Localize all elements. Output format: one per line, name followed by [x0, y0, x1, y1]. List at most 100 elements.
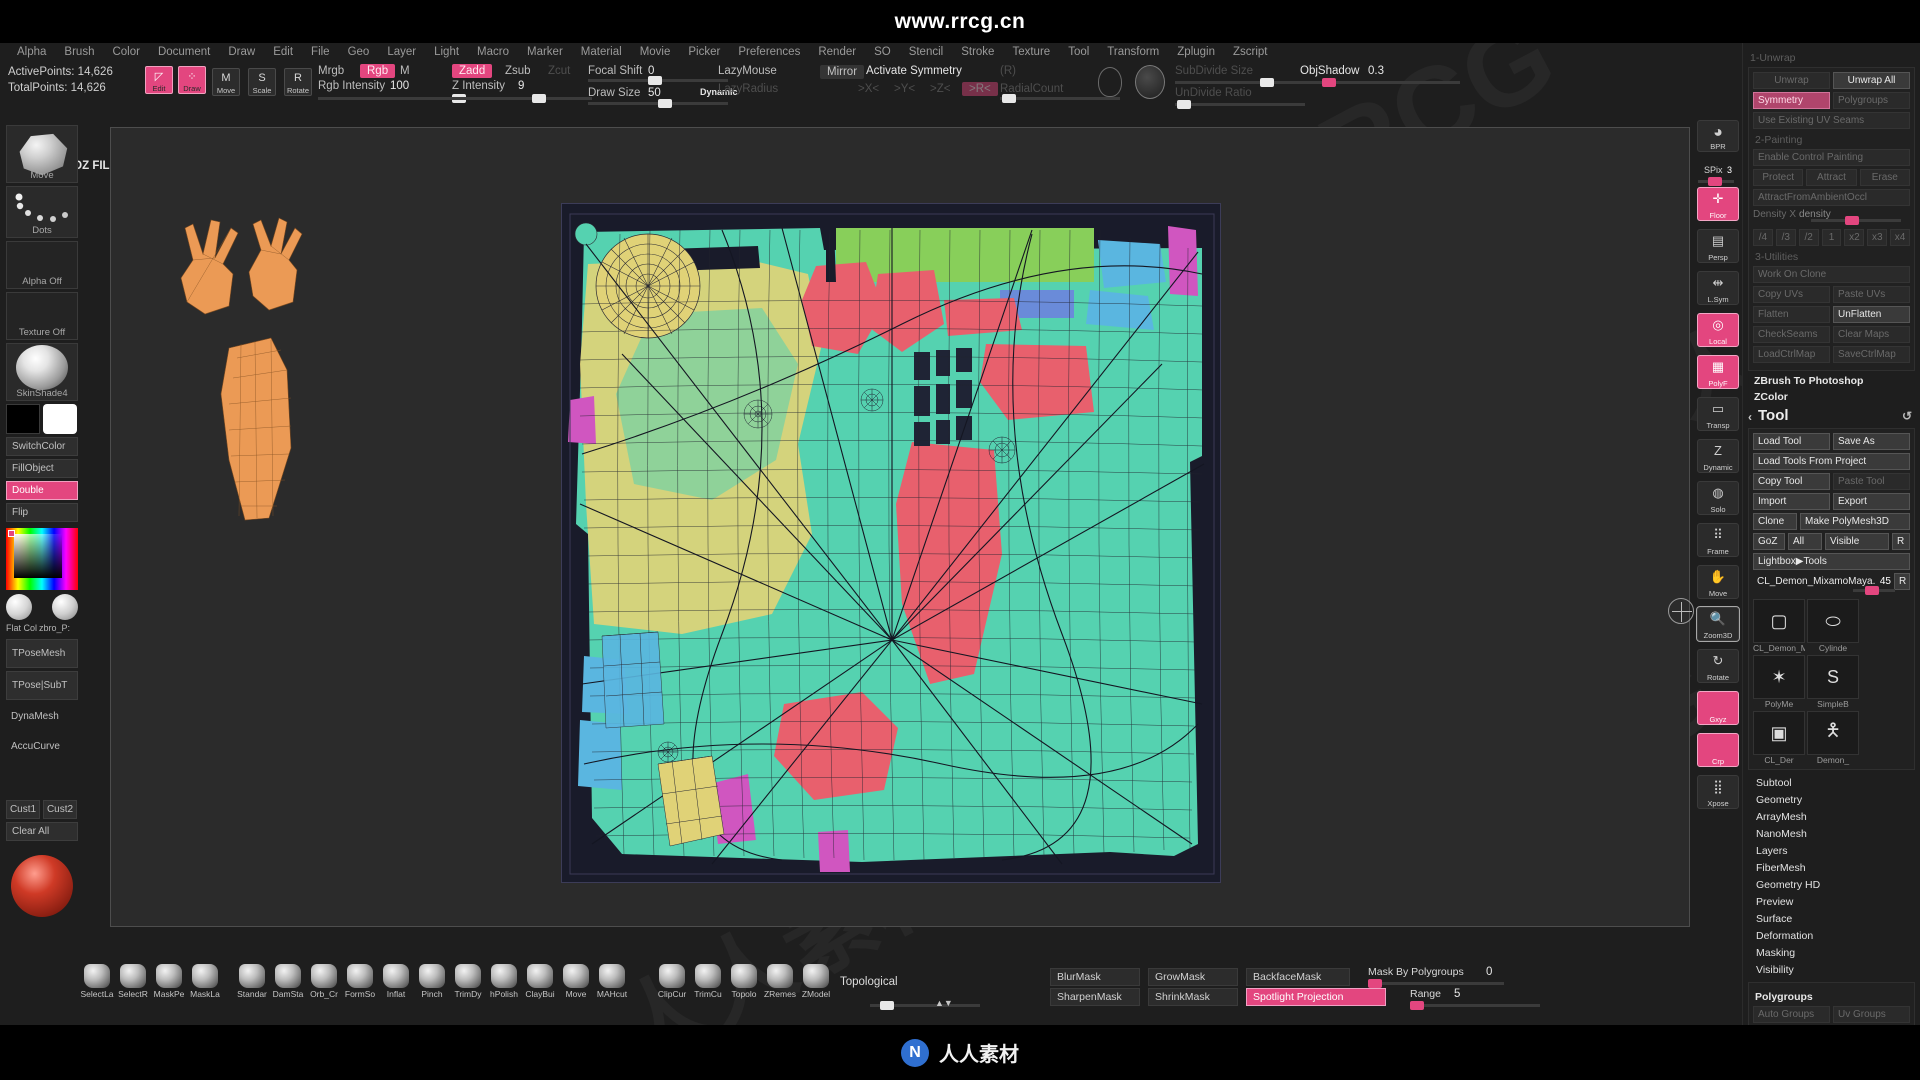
- menu-item-picker[interactable]: Picker: [679, 46, 729, 58]
- density-slider[interactable]: [1811, 216, 1901, 225]
- spotlight-projection-button[interactable]: Spotlight Projection: [1246, 988, 1386, 1006]
- menu-item-macro[interactable]: Macro: [468, 46, 518, 58]
- brush-zmodel[interactable]: ZModel: [799, 964, 833, 999]
- tposemesh-button[interactable]: TPoseMesh: [6, 639, 78, 668]
- brush-mahcut[interactable]: MAHcut: [595, 964, 629, 999]
- move-button[interactable]: ✋ Move: [1697, 565, 1739, 599]
- paste-tool-button[interactable]: Paste Tool: [1833, 473, 1910, 490]
- save-ctrl-map-button[interactable]: SaveCtrlMap: [1833, 346, 1910, 363]
- brush-zremes[interactable]: ZRemes: [763, 964, 797, 999]
- shrinkmask-button[interactable]: ShrinkMask: [1148, 988, 1238, 1006]
- material-swatch[interactable]: SkinShade4: [6, 343, 78, 401]
- subpalette-subtool[interactable]: Subtool: [1748, 774, 1915, 791]
- growmask-button[interactable]: GrowMask: [1148, 968, 1238, 986]
- zsub-button[interactable]: Zsub: [505, 65, 531, 77]
- menu-item-render[interactable]: Render: [809, 46, 865, 58]
- brush-move[interactable]: Move: [559, 964, 593, 999]
- reload-icon[interactable]: ↺: [1902, 409, 1912, 423]
- density-step-div3[interactable]: /3: [1775, 229, 1796, 246]
- unwrap-button[interactable]: Unwrap: [1753, 72, 1830, 89]
- local-button[interactable]: ◎ Local: [1697, 313, 1739, 347]
- density-step-div4[interactable]: /4: [1753, 229, 1773, 246]
- tool-thumbnail[interactable]: ⬭ Cylinde: [1807, 599, 1859, 653]
- dynamesh-button[interactable]: DynaMesh: [6, 703, 78, 730]
- cust1-button[interactable]: Cust1: [6, 800, 40, 819]
- local-symmetry-button[interactable]: ⇹ L.Sym: [1697, 271, 1739, 305]
- radial-count-slider[interactable]: [1000, 94, 1120, 103]
- flatcol-icon[interactable]: [6, 594, 32, 620]
- z-intensity-slider[interactable]: [452, 94, 592, 103]
- mrgb-button[interactable]: Mrgb: [318, 65, 344, 77]
- axis-x-button[interactable]: >X<: [858, 83, 879, 95]
- tposesubt-button[interactable]: TPose|SubT: [6, 671, 78, 700]
- lazy-radius-label[interactable]: LazyRadius: [718, 83, 778, 95]
- attract-button[interactable]: Attract: [1806, 169, 1857, 186]
- polyframe-button[interactable]: ▦ PolyF: [1697, 355, 1739, 389]
- unflatten-button[interactable]: UnFlatten: [1833, 306, 1910, 323]
- rotate-button[interactable]: ↻ Rotate: [1697, 649, 1739, 683]
- frame-button[interactable]: ⠿ Frame: [1697, 523, 1739, 557]
- menu-item-brush[interactable]: Brush: [55, 46, 103, 58]
- use-existing-uv-seams-button[interactable]: Use Existing UV Seams: [1753, 112, 1910, 129]
- edit-mode-button[interactable]: ◸ Edit: [145, 66, 173, 94]
- menu-item-tool[interactable]: Tool: [1059, 46, 1098, 58]
- density-step-x4[interactable]: x4: [1890, 229, 1911, 246]
- flatten-button[interactable]: Flatten: [1753, 306, 1830, 323]
- tool-thumbnail[interactable]: ✶ PolyMe: [1753, 655, 1805, 709]
- menu-item-light[interactable]: Light: [425, 46, 468, 58]
- menu-item-material[interactable]: Material: [572, 46, 631, 58]
- unwrap-all-button[interactable]: Unwrap All: [1833, 72, 1910, 89]
- menu-item-zscript[interactable]: Zscript: [1224, 46, 1277, 58]
- goz-button[interactable]: GoZ: [1753, 533, 1785, 550]
- zadd-button[interactable]: Zadd: [452, 64, 493, 78]
- xpose-button[interactable]: ⣿ Xpose: [1697, 775, 1739, 809]
- subpalette-arraymesh[interactable]: ArrayMesh: [1748, 808, 1915, 825]
- density-step-div2[interactable]: /2: [1798, 229, 1819, 246]
- subpalette-surface[interactable]: Surface: [1748, 910, 1915, 927]
- protect-button[interactable]: Protect: [1753, 169, 1804, 186]
- brush-trimdy[interactable]: TrimDy: [451, 964, 485, 999]
- work-on-clone-button[interactable]: Work On Clone: [1753, 266, 1910, 283]
- sculpt-preview-sphere[interactable]: [11, 855, 73, 917]
- mirror-button[interactable]: Mirror: [820, 65, 865, 79]
- check-seams-button[interactable]: CheckSeams: [1753, 326, 1830, 343]
- range-slider[interactable]: [1410, 1001, 1540, 1010]
- subpalette-nanomesh[interactable]: NanoMesh: [1748, 825, 1915, 842]
- paste-uvs-button[interactable]: Paste UVs: [1833, 286, 1910, 303]
- secondary-color-swatch[interactable]: [6, 404, 40, 434]
- load-ctrl-map-button[interactable]: LoadCtrlMap: [1753, 346, 1830, 363]
- document-canvas[interactable]: [110, 127, 1690, 927]
- zcolor-item[interactable]: ZColor: [1754, 391, 1915, 403]
- solo-button[interactable]: ◍ Solo: [1697, 481, 1739, 515]
- goz-r-button[interactable]: R: [1892, 533, 1910, 550]
- primary-color-swatch[interactable]: [43, 404, 77, 434]
- spix-control[interactable]: SPix 3: [1694, 160, 1742, 186]
- bpr-button[interactable]: ◕ BPR: [1697, 120, 1739, 152]
- menu-item-marker[interactable]: Marker: [518, 46, 572, 58]
- zoom3d-button[interactable]: 🔍 Zoom3D: [1696, 606, 1740, 642]
- load-tool-button[interactable]: Load Tool: [1753, 433, 1830, 450]
- polygroups-toggle[interactable]: Polygroups: [1833, 92, 1910, 109]
- enable-control-painting-button[interactable]: Enable Control Painting: [1753, 149, 1910, 166]
- subpalette-deformation[interactable]: Deformation: [1748, 927, 1915, 944]
- lazy-mouse-button[interactable]: LazyMouse: [718, 65, 777, 77]
- backfacemask-button[interactable]: BackfaceMask: [1246, 968, 1350, 986]
- clone-button[interactable]: Clone: [1753, 513, 1797, 530]
- brush-selectla[interactable]: SelectLa: [80, 964, 114, 999]
- draw-mode-button[interactable]: ⁘ Draw: [178, 66, 206, 94]
- save-as-button[interactable]: Save As: [1833, 433, 1910, 450]
- tool-slider[interactable]: [1853, 586, 1895, 595]
- menu-item-so[interactable]: SO: [865, 46, 900, 58]
- mask-by-polygroups-slider[interactable]: [1368, 979, 1504, 988]
- texture-swatch[interactable]: Texture Off: [6, 292, 78, 340]
- flip-button[interactable]: Flip: [6, 503, 78, 522]
- focal-shift-slider[interactable]: [588, 76, 728, 85]
- rotate-mode-button[interactable]: R Rotate: [284, 68, 312, 96]
- menu-item-layer[interactable]: Layer: [378, 46, 425, 58]
- goz-visible-button[interactable]: Visible: [1825, 533, 1889, 550]
- perspective-icon[interactable]: [1098, 67, 1122, 97]
- erase-button[interactable]: Erase: [1859, 169, 1910, 186]
- brush-standar[interactable]: Standar: [235, 964, 269, 999]
- axis-z-button[interactable]: >Z<: [930, 83, 950, 95]
- switchcolor-button[interactable]: SwitchColor: [6, 437, 78, 456]
